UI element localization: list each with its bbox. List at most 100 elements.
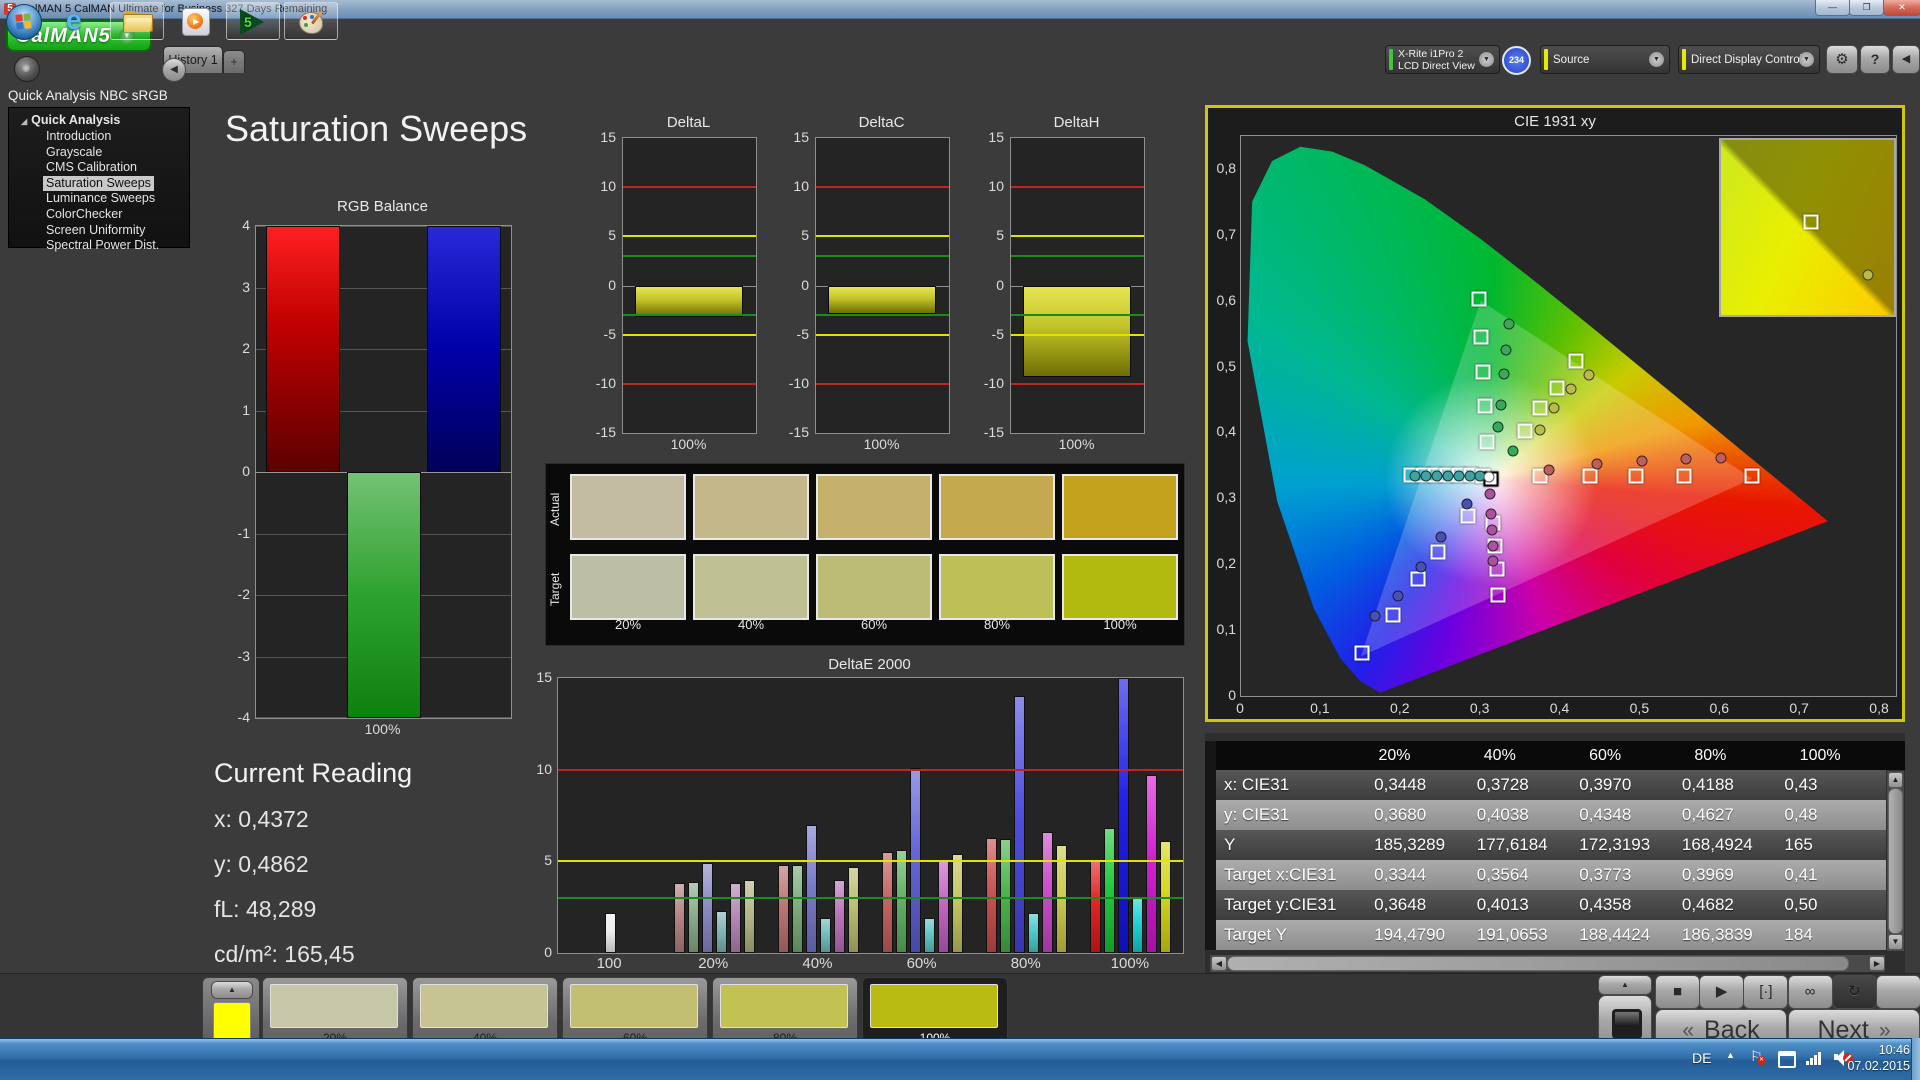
settings-button[interactable]: ⚙	[1826, 45, 1858, 74]
sidebar-item-cms-calibration[interactable]: CMS Calibration	[43, 160, 140, 176]
stop-button[interactable]: ■	[1655, 975, 1700, 1009]
blue-measured-dot	[1392, 590, 1403, 601]
cie-y-tick: 0,3	[1210, 489, 1236, 505]
cie-zoom-inset	[1719, 138, 1896, 317]
cyan-row-measured-dot	[1454, 470, 1465, 481]
network-signal-icon[interactable]	[1806, 1052, 1824, 1065]
table-horizontal-scrollbar[interactable]: ◀ ▶	[1209, 954, 1886, 973]
add-tab-button[interactable]: +	[223, 50, 245, 73]
sidebar-item-saturation-sweeps[interactable]: Saturation Sweeps	[43, 176, 154, 192]
y-tick-label: 10	[516, 761, 552, 777]
y-tick-label: -3	[214, 648, 250, 664]
display-control-dropdown[interactable]: Direct Display Control ▼	[1678, 45, 1820, 74]
taskbar	[0, 1038, 1920, 1080]
white-measured-dot	[1483, 472, 1494, 483]
yellow-measured-dot	[1584, 370, 1595, 381]
y-tick-label: -5	[775, 326, 809, 342]
taskbar-item-internet-explorer[interactable]: e	[52, 2, 106, 40]
y-tick-label: 1	[214, 402, 250, 418]
close-button[interactable]: ✕	[1883, 0, 1920, 16]
target-swatch	[693, 554, 809, 620]
magenta-measured-dot	[1486, 524, 1497, 535]
single-measure-button[interactable]: [·]	[1743, 975, 1788, 1009]
sidebar-item-introduction[interactable]: Introduction	[43, 129, 114, 145]
table-cell: 0,3448	[1374, 770, 1477, 800]
deltae-bar	[605, 913, 616, 953]
ie-icon: e	[66, 4, 82, 36]
table-cell: 0,3970	[1579, 770, 1682, 800]
sidebar-mode-button[interactable]	[14, 56, 40, 82]
y-tick-label: -10	[775, 375, 809, 391]
collapse-transport-button[interactable]: ▲	[1598, 975, 1652, 995]
meter-reading-badge[interactable]: 234	[1502, 46, 1531, 75]
sidebar-item-spectral-power-dist-[interactable]: Spectral Power Dist.	[43, 238, 162, 254]
row-strip	[1205, 800, 1216, 830]
scrollbar-thumb[interactable]	[1888, 788, 1903, 934]
row-label: x: CIE31	[1216, 770, 1374, 800]
y-tick-label: 10	[775, 178, 809, 194]
refresh-button[interactable]: ↻	[1832, 975, 1877, 1009]
taskbar-item-media-player[interactable]: ▶	[168, 2, 222, 40]
sidebar-item-luminance-sweeps[interactable]: Luminance Sweeps	[43, 191, 158, 207]
red-measured-dot	[1636, 456, 1647, 467]
continuous-measure-button[interactable]: ∞	[1788, 975, 1833, 1009]
delta_l-x-label: 100%	[622, 436, 755, 452]
tree-root-quick-analysis[interactable]: ◢Quick Analysis	[21, 113, 189, 129]
table-cell: 188,4424	[1579, 920, 1682, 950]
row-label: Target x:CIE31	[1216, 860, 1374, 890]
meter-status-bar	[1389, 49, 1393, 70]
y-tick-label: -2	[214, 586, 250, 602]
taskbar-item-calman[interactable]: 5	[226, 2, 280, 40]
cie-y-tick: 0,7	[1210, 226, 1236, 242]
scroll-left-icon[interactable]: ◀	[1211, 956, 1227, 971]
scroll-down-icon[interactable]: ▼	[1888, 934, 1903, 950]
action-center-flag-icon[interactable]: ⚐ ✕	[1750, 1048, 1763, 1065]
actual-swatch	[816, 474, 932, 540]
meter-dropdown[interactable]: X-Rite i1Pro 2 LCD Direct View ▼	[1385, 45, 1500, 74]
deltae-x-tick: 80%	[974, 955, 1078, 972]
help-button[interactable]: ?	[1860, 45, 1890, 74]
y-tick-label: 0	[516, 944, 552, 960]
table-vertical-scrollbar[interactable]: ▲ ▼	[1886, 770, 1905, 952]
scroll-up-icon[interactable]: ▲	[1888, 772, 1903, 788]
deltae-x-tick: 100	[557, 955, 661, 972]
deltae-x-tick: 60%	[870, 955, 974, 972]
table-corner	[1205, 741, 1216, 770]
reference-line	[1011, 383, 1144, 385]
target-swatch	[939, 554, 1055, 620]
start-button[interactable]	[6, 4, 42, 40]
collapse-sidebar-button[interactable]: ◀	[162, 58, 186, 82]
play-button[interactable]: ▶	[1699, 975, 1744, 1009]
green-sweep-target-square	[1476, 364, 1491, 379]
collapse-right-panel-button[interactable]: ◀	[1892, 45, 1920, 74]
y-tick-label: 0	[775, 277, 809, 293]
deltae-bar	[848, 867, 859, 953]
extra-button[interactable]	[1876, 975, 1920, 1009]
taskbar-item-explorer[interactable]	[110, 2, 164, 40]
deltae-bar	[952, 854, 963, 953]
restore-button[interactable]: ❐	[1849, 0, 1884, 16]
blue-bar	[427, 226, 501, 472]
tray-language[interactable]: DE	[1692, 1050, 1711, 1066]
taskbar-item-paint[interactable]	[284, 2, 338, 40]
blue-measured-dot	[1462, 498, 1473, 509]
scrollbar-thumb[interactable]	[1227, 956, 1849, 971]
tray-window-icon[interactable]	[1778, 1051, 1796, 1068]
table-cell: 0,3969	[1682, 860, 1785, 890]
tray-hidden-icons-chevron[interactable]: ▲	[1726, 1050, 1735, 1060]
reference-line	[623, 334, 756, 336]
deltae-bar	[1146, 775, 1157, 953]
source-dropdown[interactable]: Source ▼	[1540, 45, 1670, 74]
sidebar-item-screen-uniformity[interactable]: Screen Uniformity	[43, 223, 148, 239]
show-desktop-button[interactable]	[1911, 1038, 1920, 1080]
sidebar-item-colorchecker[interactable]: ColorChecker	[43, 207, 125, 223]
scroll-right-icon[interactable]: ▶	[1869, 956, 1885, 971]
table-header-spacer	[1216, 741, 1378, 770]
deltae-y-axis: 151050	[516, 677, 552, 952]
delta-bar	[1023, 286, 1131, 377]
tray-clock[interactable]: 10:46 07.02.2015	[1847, 1042, 1910, 1074]
sidebar-item-grayscale[interactable]: Grayscale	[43, 145, 105, 161]
reference-line	[623, 255, 756, 257]
minimize-button[interactable]: —	[1815, 0, 1850, 16]
collapse-patch-button[interactable]: ▲	[211, 981, 253, 999]
